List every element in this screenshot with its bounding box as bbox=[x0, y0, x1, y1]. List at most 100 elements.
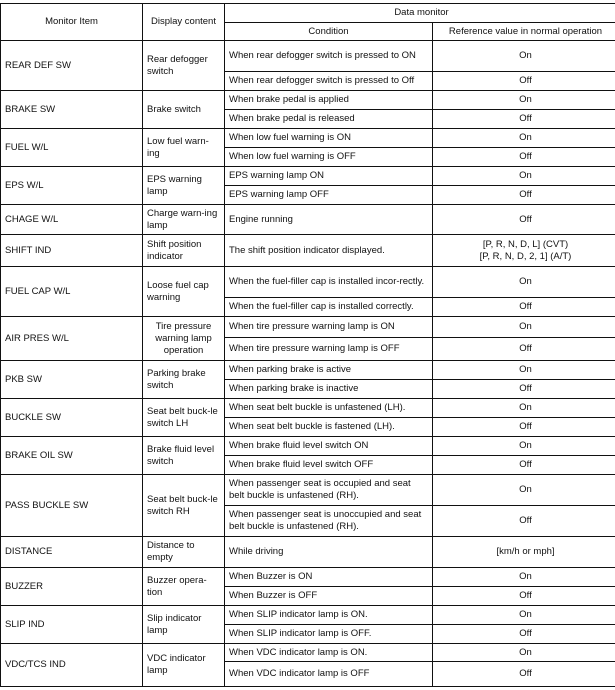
header-row: Monitor Item Display content Data monito… bbox=[0, 3, 615, 41]
monitor-item: AIR PRES W/L bbox=[0, 316, 143, 361]
condition-cell: When seat belt buckle is unfastened (LH)… bbox=[224, 398, 433, 418]
monitor-item: CHAGE W/L bbox=[0, 204, 143, 235]
reference-value: On bbox=[431, 643, 615, 662]
reference-value: Off bbox=[431, 109, 615, 129]
condition-cell: When rear defogger switch is pressed to … bbox=[224, 71, 433, 91]
reference-value: Off bbox=[431, 505, 615, 537]
display-content: Brake fluid level switch bbox=[142, 436, 225, 475]
display-content: Rear defogger switch bbox=[142, 40, 225, 91]
monitor-item: BRAKE OIL SW bbox=[0, 436, 143, 475]
reference-value: On bbox=[431, 166, 615, 186]
reference-value: Off bbox=[431, 147, 615, 167]
condition-cell: Engine running bbox=[224, 204, 433, 235]
reference-value: On bbox=[431, 398, 615, 418]
table-row: BUZZER Buzzer opera-tion When Buzzer is ON… bbox=[0, 567, 615, 606]
reference-value: On bbox=[431, 360, 615, 380]
table-row: VDC/TCS IND VDC indicator lamp When VDC in… bbox=[0, 643, 615, 687]
condition-cell: When the fuel-filler cap is installed co… bbox=[224, 297, 433, 317]
reference-value: Off bbox=[431, 624, 615, 644]
reference-value: On bbox=[431, 40, 615, 72]
header-reference: Reference value in normal operation bbox=[431, 22, 615, 41]
display-content: VDC indicator lamp bbox=[142, 643, 225, 687]
condition-cell: When SLIP indicator lamp is ON. bbox=[224, 605, 433, 625]
table-row: SLIP IND Slip indicator lamp When SLIP ind… bbox=[0, 605, 615, 644]
condition-cell: When passenger seat is occupied and seat… bbox=[224, 474, 433, 506]
monitor-item: PKB SW bbox=[0, 360, 143, 399]
monitor-item: BUCKLE SW bbox=[0, 398, 143, 437]
header-data-monitor: Data monitor bbox=[223, 3, 615, 23]
condition-cell: When brake fluid level switch OFF bbox=[224, 455, 433, 475]
condition-cell: When Buzzer is OFF bbox=[224, 586, 433, 606]
condition-cell: While driving bbox=[224, 536, 433, 568]
display-content: Seat belt buck-le switch RH bbox=[142, 474, 225, 537]
condition-cell: When parking brake is inactive bbox=[224, 379, 433, 399]
table-row: BUCKLE SW Seat belt buck-le switch LH When… bbox=[0, 398, 615, 437]
table-row: PKB SW Parking brake switch When parking b… bbox=[0, 360, 615, 399]
display-content: EPS warning lamp bbox=[142, 166, 225, 205]
condition-cell: When VDC indicator lamp is ON. bbox=[224, 643, 433, 662]
reference-value: Off bbox=[431, 379, 615, 399]
reference-value: Off bbox=[431, 337, 615, 361]
display-content: Brake switch bbox=[142, 90, 225, 129]
reference-value: Off bbox=[431, 586, 615, 606]
header-display-content: Display content bbox=[142, 3, 225, 41]
reference-value: Off bbox=[431, 71, 615, 91]
reference-value: [P, R, N, D, L] (CVT) [P, R, N, D, 2, 1]… bbox=[431, 234, 615, 267]
reference-value: Off bbox=[431, 204, 615, 235]
monitor-item: PASS BUCKLE SW bbox=[0, 474, 143, 537]
monitor-item: REAR DEF SW bbox=[0, 40, 143, 91]
condition-cell: When low fuel warning is OFF bbox=[224, 147, 433, 167]
condition-cell: When brake pedal is released bbox=[224, 109, 433, 129]
condition-cell: When brake pedal is applied bbox=[224, 90, 433, 110]
monitor-item: EPS W/L bbox=[0, 166, 143, 205]
condition-cell: When SLIP indicator lamp is OFF. bbox=[224, 624, 433, 644]
table-row: BRAKE OIL SW Brake fluid level switch When… bbox=[0, 436, 615, 475]
monitor-item: SLIP IND bbox=[0, 605, 143, 644]
display-content: Distance to empty bbox=[142, 536, 225, 568]
table-row: SHIFT IND Shift position indicator The shi… bbox=[0, 234, 615, 267]
table-row: PASS BUCKLE SW Seat belt buck-le switch R… bbox=[0, 474, 615, 537]
reference-value: Off bbox=[431, 297, 615, 317]
condition-cell: EPS warning lamp ON bbox=[224, 166, 433, 186]
header-condition: Condition bbox=[224, 22, 433, 41]
reference-value: Off bbox=[431, 417, 615, 437]
reference-value: On bbox=[431, 474, 615, 506]
reference-value: On bbox=[431, 436, 615, 456]
table-row: FUEL W/L Low fuel warn-ing When low fuel w… bbox=[0, 128, 615, 167]
table-row: AIR PRES W/L Tire pressure warning lamp o… bbox=[0, 316, 615, 361]
monitor-item: FUEL W/L bbox=[0, 128, 143, 167]
table-row: CHAGE W/L Charge warn-ing lamp Engine runn… bbox=[0, 204, 615, 235]
condition-cell: When the fuel-filler cap is installed in… bbox=[224, 266, 433, 298]
display-content: Seat belt buck-le switch LH bbox=[142, 398, 225, 437]
table-row: EPS W/L EPS warning lamp EPS warning lamp … bbox=[0, 166, 615, 205]
reference-value: On bbox=[431, 128, 615, 148]
reference-value: On bbox=[431, 316, 615, 338]
condition-cell: When brake fluid level switch ON bbox=[224, 436, 433, 456]
condition-cell: When Buzzer is ON bbox=[224, 567, 433, 587]
monitor-item: SHIFT IND bbox=[0, 234, 143, 267]
condition-cell: When low fuel warning is ON bbox=[224, 128, 433, 148]
reference-value: Off bbox=[431, 185, 615, 205]
display-content: Parking brake switch bbox=[142, 360, 225, 399]
condition-cell: EPS warning lamp OFF bbox=[224, 185, 433, 205]
condition-cell: When tire pressure warning lamp is ON bbox=[224, 316, 433, 338]
reference-value: Off bbox=[431, 661, 615, 687]
condition-cell: When rear defogger switch is pressed to … bbox=[224, 40, 433, 72]
monitor-item: DISTANCE bbox=[0, 536, 143, 568]
monitor-item: BRAKE SW bbox=[0, 90, 143, 129]
reference-value: Off bbox=[431, 455, 615, 475]
display-content: Buzzer opera-tion bbox=[142, 567, 225, 606]
display-content: Tire pressure warning lamp operation bbox=[142, 316, 225, 361]
display-content: Shift position indicator bbox=[142, 234, 225, 267]
table-row: FUEL CAP W/L Loose fuel cap warning When t… bbox=[0, 266, 615, 317]
condition-cell: When VDC indicator lamp is OFF bbox=[224, 661, 433, 687]
reference-value: On bbox=[431, 90, 615, 110]
table-row: DISTANCE Distance to empty While driving [k… bbox=[0, 536, 615, 568]
table-row: REAR DEF SW Rear defogger switch When rear… bbox=[0, 40, 615, 91]
header-monitor-item: Monitor Item bbox=[0, 3, 143, 41]
condition-cell: The shift position indicator displayed. bbox=[224, 234, 433, 267]
reference-value: On bbox=[431, 567, 615, 587]
display-content: Slip indicator lamp bbox=[142, 605, 225, 644]
reference-value: On bbox=[431, 266, 615, 298]
monitor-item: BUZZER bbox=[0, 567, 143, 606]
